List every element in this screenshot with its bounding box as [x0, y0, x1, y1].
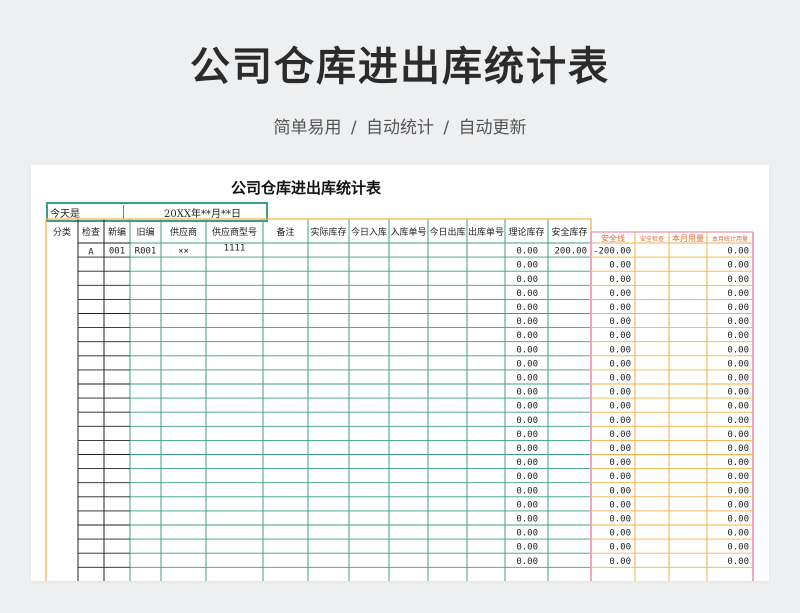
theory-stock-cell: 0.00	[516, 247, 538, 257]
monthly-stat-cell: 0.00	[727, 529, 749, 539]
safety-line-cell: 0.00	[609, 472, 631, 482]
monthly-stat-cell: 0.00	[727, 557, 749, 567]
monthly-stat-cell: 0.00	[727, 500, 749, 510]
theory-stock-cell: 0.00	[516, 529, 538, 539]
header-cell: 新编	[108, 226, 126, 238]
right-header-cell: 安全检查	[640, 235, 664, 243]
header-cell: 出库单号	[468, 226, 504, 238]
theory-stock-cell: 0.00	[516, 303, 538, 313]
supplier-cell: ××	[178, 247, 189, 257]
theory-stock-cell: 0.00	[516, 486, 538, 496]
monthly-stat-cell: 0.00	[727, 515, 749, 525]
header-cell: 供应商型号	[212, 226, 257, 238]
theory-stock-cell: 0.00	[516, 416, 538, 426]
theory-stock-cell: 0.00	[516, 261, 538, 271]
spreadsheet: 公司仓库进出库统计表 今天是 20XX年**月**日 分类 检查 新编 旧编 供应商 供应…	[31, 165, 769, 581]
safety-line-cell: 0.00	[609, 345, 631, 355]
monthly-stat-cell: 0.00	[727, 486, 749, 496]
safety-line-cell: 0.00	[609, 557, 631, 567]
header-cell: 分类	[53, 226, 71, 238]
theory-stock-cell: 0.00	[516, 500, 538, 510]
monthly-stat-cell: 0.00	[727, 416, 749, 426]
header-cell: 供应商	[170, 226, 197, 238]
header-cell: 检查	[82, 226, 100, 238]
right-header-cell: 安全线	[601, 233, 625, 243]
monthly-stat-cell: 0.00	[727, 345, 749, 355]
monthly-stat-cell: 0.00	[727, 388, 749, 398]
theory-stock-cell: 0.00	[516, 543, 538, 553]
safety-line-cell: -200.00	[593, 247, 631, 257]
monthly-stat-cell: 0.00	[727, 303, 749, 313]
theory-stock-cell: 0.00	[516, 275, 538, 285]
safety-line-cell: 0.00	[609, 430, 631, 440]
theory-stock-cell: 0.00	[516, 359, 538, 369]
safety-line-cell: 0.00	[609, 289, 631, 299]
monthly-stat-cell: 0.00	[727, 430, 749, 440]
header-cell: 实际库存	[310, 226, 346, 238]
header-cell: 入库单号	[390, 226, 426, 238]
right-header-cell: 本月统计用量	[712, 235, 748, 243]
safety-line-cell: 0.00	[609, 444, 631, 454]
safety-stock-cell: 200.00	[554, 247, 587, 257]
theory-stock-cell: 0.00	[516, 402, 538, 412]
safety-line-cell: 0.00	[609, 374, 631, 384]
monthly-stat-cell: 0.00	[727, 444, 749, 454]
monthly-stat-cell: 0.00	[727, 275, 749, 285]
monthly-stat-cell: 0.00	[727, 402, 749, 412]
safety-line-cell: 0.00	[609, 416, 631, 426]
header-cell: 今日入库	[351, 226, 387, 238]
theory-stock-cell: 0.00	[516, 345, 538, 355]
page-title: 公司仓库进出库统计表	[190, 44, 610, 90]
safety-line-cell: 0.00	[609, 402, 631, 412]
monthly-stat-cell: 0.00	[727, 331, 749, 341]
theory-stock-cell: 0.00	[516, 444, 538, 454]
page-subtitle: 简单易用 / 自动统计 / 自动更新	[273, 118, 527, 138]
new-code-cell: 001	[109, 247, 125, 257]
safety-line-cell: 0.00	[609, 486, 631, 496]
monthly-stat-cell: 0.00	[727, 247, 749, 257]
monthly-stat-cell: 0.00	[727, 261, 749, 271]
stock-table: 分类 检查 新编 旧编 供应商 供应商型号 备注 实际库存 今日入库 入库单号 今日出库 出库单号 理论…	[45, 218, 754, 581]
monthly-stat-cell: 0.00	[727, 317, 749, 327]
safety-line-cell: 0.00	[609, 261, 631, 271]
theory-stock-cell: 0.00	[516, 458, 538, 468]
safety-line-cell: 0.00	[609, 303, 631, 313]
safety-line-cell: 0.00	[609, 359, 631, 369]
theory-stock-cell: 0.00	[516, 331, 538, 341]
theory-stock-cell: 0.00	[516, 289, 538, 299]
old-code-cell: R001	[135, 247, 157, 257]
safety-line-cell: 0.00	[609, 515, 631, 525]
check-cell: A	[88, 248, 94, 258]
theory-stock-cell: 0.00	[516, 515, 538, 525]
monthly-stat-cell: 0.00	[727, 374, 749, 384]
theory-stock-cell: 0.00	[516, 317, 538, 327]
theory-stock-cell: 0.00	[516, 557, 538, 567]
safety-line-cell: 0.00	[609, 458, 631, 468]
monthly-stat-cell: 0.00	[727, 359, 749, 369]
safety-line-cell: 0.00	[609, 275, 631, 285]
safety-line-cell: 0.00	[609, 331, 631, 341]
safety-line-cell: 0.00	[609, 529, 631, 539]
theory-stock-cell: 0.00	[516, 430, 538, 440]
safety-line-cell: 0.00	[609, 543, 631, 553]
theory-stock-cell: 0.00	[516, 388, 538, 398]
header-cell: 备注	[276, 226, 294, 238]
theory-stock-cell: 0.00	[516, 472, 538, 482]
model-cell: 1111	[224, 244, 246, 254]
monthly-stat-cell: 0.00	[727, 472, 749, 482]
header-cell: 旧编	[136, 226, 154, 238]
theory-stock-cell: 0.00	[516, 374, 538, 384]
safety-line-cell: 0.00	[609, 388, 631, 398]
header-cell: 今日出库	[429, 226, 465, 238]
monthly-stat-cell: 0.00	[727, 458, 749, 468]
monthly-stat-cell: 0.00	[727, 289, 749, 299]
safety-line-cell: 0.00	[609, 317, 631, 327]
header-cell: 理论库存	[508, 226, 544, 238]
monthly-stat-cell: 0.00	[727, 543, 749, 553]
right-header-cell: 本月用量	[672, 233, 704, 243]
header-cell: 安全库存	[551, 226, 587, 238]
safety-line-cell: 0.00	[609, 500, 631, 510]
